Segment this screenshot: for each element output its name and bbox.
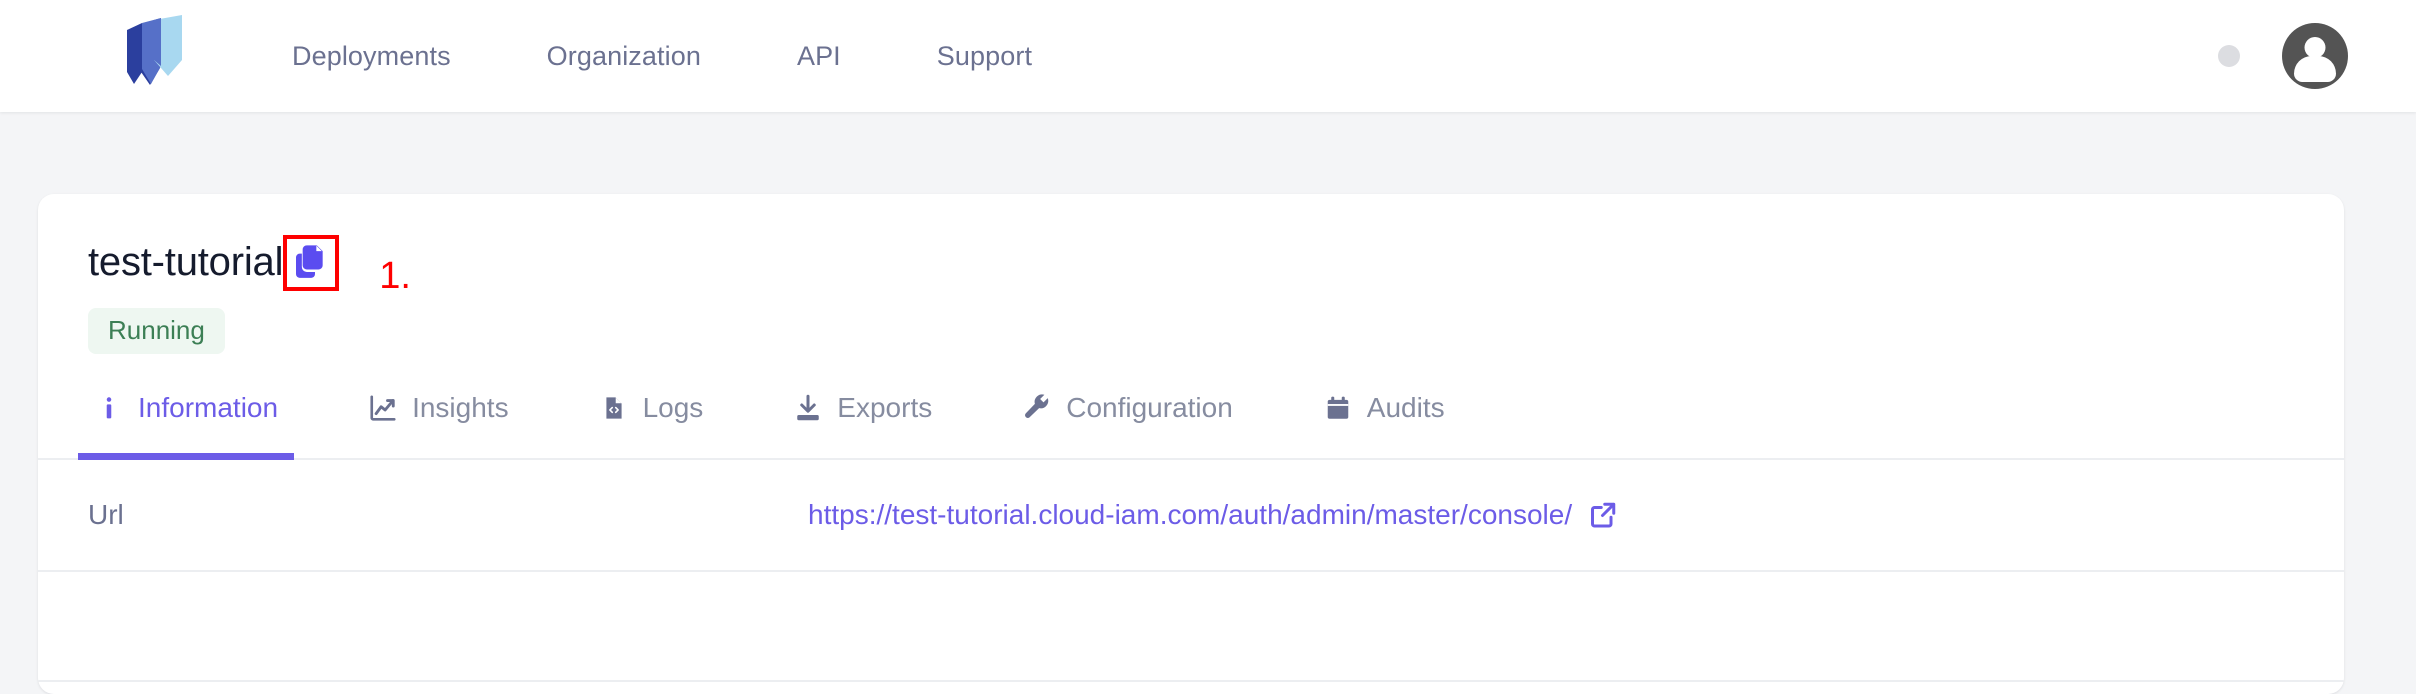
nav-api[interactable]: API — [797, 41, 841, 72]
deployment-tabs: Information Insights Logs Exports Config… — [38, 382, 2344, 460]
top-navigation-bar: Deployments Organization API Support — [0, 0, 2416, 112]
tab-information[interactable]: Information — [77, 380, 295, 460]
tab-label: Configuration — [1066, 392, 1233, 423]
tab-audits[interactable]: Audits — [1317, 380, 1451, 458]
tab-exports[interactable]: Exports — [787, 380, 938, 458]
tab-insights[interactable]: Insights — [362, 380, 515, 458]
tab-configuration[interactable]: Configuration — [1016, 380, 1239, 458]
tab-label: Logs — [642, 392, 704, 423]
annotation-label-1: 1. — [379, 255, 411, 297]
avatar-head-shape — [2304, 37, 2326, 58]
cloud-iam-logo[interactable] — [112, 14, 190, 94]
info-row-next — [38, 572, 2344, 682]
card-header: test-tutorial 1. Running — [38, 194, 2344, 354]
copy-name-button[interactable] — [283, 235, 340, 291]
calendar-icon — [1323, 393, 1353, 423]
tab-label: Insights — [412, 392, 509, 423]
title-row: test-tutorial 1. — [88, 235, 2344, 295]
wrench-icon — [1022, 393, 1052, 423]
info-value: https://test-tutorial.cloud-iam.com/auth… — [808, 499, 1618, 531]
avatar-body-shape — [2294, 56, 2336, 82]
tab-label: Exports — [837, 392, 933, 423]
deployment-url-link[interactable]: https://test-tutorial.cloud-iam.com/auth… — [808, 499, 1572, 531]
download-icon — [793, 393, 823, 423]
nav-deployments[interactable]: Deployments — [292, 41, 451, 72]
status-dot — [2218, 45, 2240, 67]
tab-label: Information — [138, 392, 279, 423]
topbar-right-group — [2218, 0, 2348, 112]
file-code-icon — [599, 393, 629, 423]
copy-icon — [296, 245, 323, 278]
tab-logs[interactable]: Logs — [593, 380, 710, 458]
nav-support[interactable]: Support — [937, 41, 1032, 72]
chart-line-icon — [368, 393, 398, 423]
deployment-detail-card: test-tutorial 1. Running Information Ins… — [38, 194, 2344, 694]
status-badge: Running — [88, 308, 225, 354]
info-icon — [94, 393, 124, 423]
info-row-url: Url https://test-tutorial.cloud-iam.com/… — [38, 460, 2344, 572]
tab-label: Audits — [1366, 392, 1445, 423]
external-link-icon[interactable] — [1588, 500, 1618, 530]
nav-organization[interactable]: Organization — [547, 41, 701, 72]
primary-nav: Deployments Organization API Support — [292, 0, 1032, 112]
page-title: test-tutorial — [88, 240, 284, 284]
account-avatar[interactable] — [2282, 23, 2348, 89]
info-label: Url — [88, 499, 124, 530]
